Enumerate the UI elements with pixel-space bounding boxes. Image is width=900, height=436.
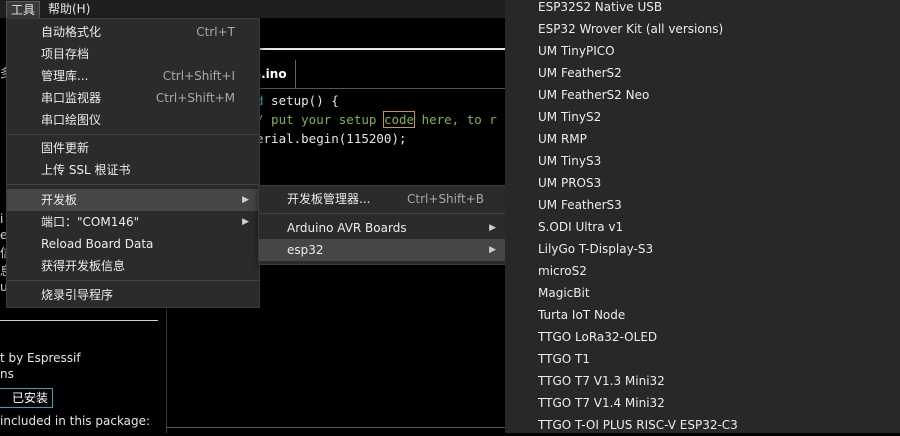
- triangle-right-icon: ▶: [489, 223, 496, 233]
- menu-item-label: 烧录引导程序: [41, 288, 114, 302]
- divider: [0, 320, 158, 321]
- menu-item-label: 管理库...: [41, 69, 89, 83]
- code-text: erial.begin(115200);: [256, 131, 407, 146]
- menu-item-upload-ssl-cert[interactable]: 上传 SSL 根证书: [7, 159, 259, 181]
- board-item[interactable]: UM TinyS2: [538, 106, 601, 128]
- menu-item-burn-bootloader[interactable]: 烧录引导程序: [7, 284, 259, 306]
- menu-item-label: Arduino AVR Boards: [287, 221, 407, 235]
- menu-item-label: 串口监视器: [41, 91, 102, 105]
- menu-tools[interactable]: 工具: [6, 1, 41, 19]
- menu-item-label: 开发板管理器...: [287, 192, 371, 206]
- menu-item-shortcut: Ctrl+Shift+I: [162, 69, 235, 83]
- menu-item-label: Reload Board Data: [41, 237, 154, 251]
- menu-item-shortcut: Ctrl+Shift+B: [407, 192, 484, 206]
- board-item[interactable]: Turta IoT Node: [538, 304, 625, 326]
- menu-item-reload-board-data[interactable]: Reload Board Data: [7, 233, 259, 255]
- board-item[interactable]: ESP32 Wrover Kit (all versions): [538, 18, 723, 40]
- menu-item-label: 项目存档: [41, 47, 90, 61]
- menu-help[interactable]: 帮助(H): [44, 1, 94, 17]
- menu-separator: [7, 134, 259, 135]
- menu-item-board[interactable]: 开发板 ▶: [7, 189, 259, 211]
- menu-item-boards-manager[interactable]: 开发板管理器... Ctrl+Shift+B: [259, 188, 506, 210]
- board-submenu: 开发板管理器... Ctrl+Shift+B Arduino AVR Board…: [258, 185, 507, 265]
- menu-item-archive-sketch[interactable]: 项目存档: [7, 43, 259, 65]
- menu-item-label: 固件更新: [41, 141, 90, 155]
- board-item[interactable]: UM FeatherS2: [538, 62, 622, 84]
- board-item[interactable]: UM PROS3: [538, 172, 601, 194]
- menu-separator: [7, 280, 259, 281]
- board-item[interactable]: MagicBit: [538, 282, 590, 304]
- menu-item-esp32[interactable]: esp32 ▶: [259, 239, 506, 261]
- menu-separator: [7, 184, 259, 185]
- menu-item-get-board-info[interactable]: 获得开发板信息: [7, 255, 259, 277]
- package-author: t by Espressif: [0, 351, 81, 365]
- triangle-right-icon: ▶: [242, 195, 249, 205]
- menu-item-manage-libraries[interactable]: 管理库... Ctrl+Shift+I: [7, 65, 259, 87]
- code-highlight: code: [382, 111, 416, 128]
- code-text: setup() {: [263, 93, 339, 108]
- package-desc: ns: [0, 367, 14, 381]
- menu-item-firmware-update[interactable]: 固件更新: [7, 137, 259, 159]
- menu-bar: 工具 帮助(H): [0, 0, 505, 19]
- menu-item-label: 上传 SSL 根证书: [41, 163, 131, 177]
- menu-item-shortcut: Ctrl+Shift+M: [155, 91, 235, 105]
- menu-item-port[interactable]: 端口："COM146" ▶: [7, 211, 259, 233]
- installed-button[interactable]: 已安装: [0, 388, 53, 408]
- board-item[interactable]: microS2: [538, 260, 587, 282]
- board-item[interactable]: LilyGo T-Display-S3: [538, 238, 653, 260]
- board-item[interactable]: UM TinyPICO: [538, 40, 615, 62]
- package-included-label: included in this package:: [0, 414, 151, 428]
- menu-item-label: 获得开发板信息: [41, 259, 126, 273]
- menu-item-label: 自动格式化: [41, 25, 102, 39]
- board-item[interactable]: TTGO LoRa32-OLED: [538, 326, 657, 348]
- menu-item-serial-monitor[interactable]: 串口监视器 Ctrl+Shift+M: [7, 87, 259, 109]
- code-comment: here, to r: [414, 112, 497, 127]
- code-comment: / put your setup: [256, 112, 384, 127]
- board-item[interactable]: TTGO T1: [538, 348, 590, 370]
- triangle-right-icon: ▶: [489, 245, 496, 255]
- tools-menu: 自动格式化 Ctrl+T 项目存档 管理库... Ctrl+Shift+I 串口…: [6, 18, 260, 308]
- menu-item-shortcut: Ctrl+T: [196, 25, 235, 39]
- code-editor[interactable]: d setup() { / put your setup code here, …: [256, 91, 497, 148]
- left-panel-fragment: i: [0, 212, 4, 226]
- board-item[interactable]: ESP32S2 Native USB: [538, 0, 662, 18]
- menu-item-auto-format[interactable]: 自动格式化 Ctrl+T: [7, 21, 259, 43]
- menu-separator: [259, 213, 506, 214]
- board-item[interactable]: TTGO T7 V1.3 Mini32: [538, 370, 665, 392]
- menu-item-arduino-avr-boards[interactable]: Arduino AVR Boards ▶: [259, 217, 506, 239]
- menu-item-label: esp32: [287, 243, 324, 257]
- esp32-board-list: ESP32S2 Native USB ESP32 Wrover Kit (all …: [505, 0, 900, 433]
- board-item[interactable]: S.ODI Ultra v1: [538, 216, 623, 238]
- board-item[interactable]: UM TinyS3: [538, 150, 601, 172]
- triangle-right-icon: ▶: [242, 217, 249, 227]
- board-item[interactable]: UM FeatherS2 Neo: [538, 84, 649, 106]
- board-item[interactable]: UM FeatherS3: [538, 194, 622, 216]
- board-item[interactable]: UM RMP: [538, 128, 587, 150]
- menu-item-serial-plotter[interactable]: 串口绘图仪: [7, 109, 259, 131]
- menu-item-label: 串口绘图仪: [41, 113, 102, 127]
- menu-item-label: 开发板: [41, 193, 78, 207]
- menu-item-label: 端口："COM146": [41, 215, 140, 229]
- board-item[interactable]: TTGO T7 V1.4 Mini32: [538, 392, 665, 414]
